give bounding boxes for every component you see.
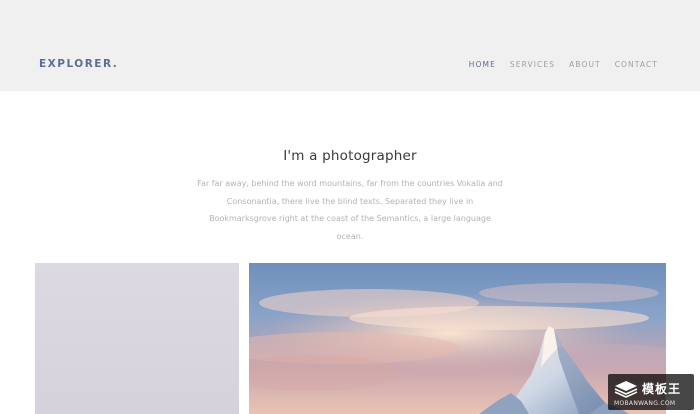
intro-title: I'm a photographer (283, 148, 417, 164)
watermark-title: 模板王 (642, 382, 682, 396)
stacked-layers-icon (614, 381, 638, 398)
nav-contact-link[interactable]: CONTACT (615, 60, 658, 69)
intro-text: Far far away, behind the word mountains,… (197, 179, 503, 241)
mountain-photo-image (249, 263, 666, 414)
watermark-url: MOBANWANG.COM (614, 400, 676, 407)
gallery-photo-mountain[interactable] (249, 263, 666, 414)
site-watermark: 模板王 MOBANWANG.COM (608, 374, 694, 410)
nav-services-link[interactable]: SERVICES (510, 60, 555, 69)
main-nav: HOME SERVICES ABOUT CONTACT (469, 60, 658, 69)
nav-about-link[interactable]: ABOUT (569, 60, 601, 69)
gallery-photo-sky[interactable] (35, 263, 239, 414)
nav-home-link[interactable]: HOME (469, 60, 496, 69)
site-header: EXPLORER. HOME SERVICES ABOUT CONTACT (0, 0, 700, 91)
brand-logo[interactable]: EXPLORER. (39, 58, 118, 70)
intro-section: I'm a photographer Far far away, behind … (0, 148, 700, 245)
